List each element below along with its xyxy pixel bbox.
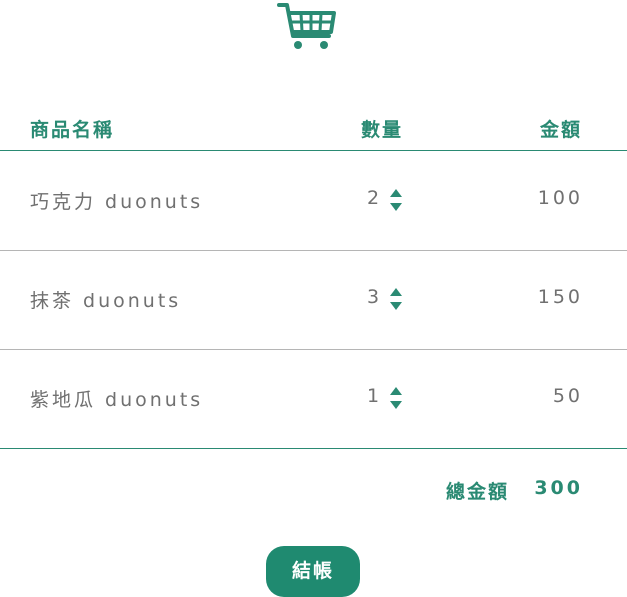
quantity-stepper[interactable]: [388, 287, 404, 311]
decrement-arrow-icon[interactable]: [388, 300, 404, 311]
decrement-arrow-icon[interactable]: [388, 201, 404, 212]
item-name: 紫地瓜 duonuts: [30, 389, 204, 411]
item-name: 巧克力 duonuts: [30, 191, 204, 213]
increment-arrow-icon[interactable]: [388, 188, 404, 199]
table-header: 商品名稱 數量 金額: [0, 112, 627, 151]
increment-arrow-icon[interactable]: [388, 386, 404, 397]
item-quantity: 2: [367, 187, 382, 209]
table-row: 紫地瓜 duonuts 1 50: [0, 349, 627, 449]
quantity-stepper[interactable]: [388, 386, 404, 410]
column-header-name: 商品名稱: [30, 119, 115, 141]
item-quantity: 3: [367, 286, 382, 308]
item-quantity: 1: [367, 385, 382, 407]
checkout-button[interactable]: 結帳: [266, 546, 360, 597]
shopping-cart-icon: [277, 0, 337, 54]
table-row: 巧克力 duonuts 2 100: [0, 151, 627, 251]
total-row: 總金額 300: [0, 475, 627, 505]
total-label: 總金額: [446, 481, 510, 503]
increment-arrow-icon[interactable]: [388, 287, 404, 298]
quantity-stepper[interactable]: [388, 188, 404, 212]
item-name: 抹茶 duonuts: [30, 290, 182, 312]
decrement-arrow-icon[interactable]: [388, 399, 404, 410]
total-value: 300: [534, 477, 583, 499]
item-amount: 50: [552, 385, 583, 407]
column-header-qty: 數量: [361, 119, 404, 141]
table-row: 抹茶 duonuts 3 150: [0, 250, 627, 350]
item-amount: 100: [537, 187, 583, 209]
item-amount: 150: [537, 286, 583, 308]
column-header-amount: 金額: [540, 119, 583, 141]
